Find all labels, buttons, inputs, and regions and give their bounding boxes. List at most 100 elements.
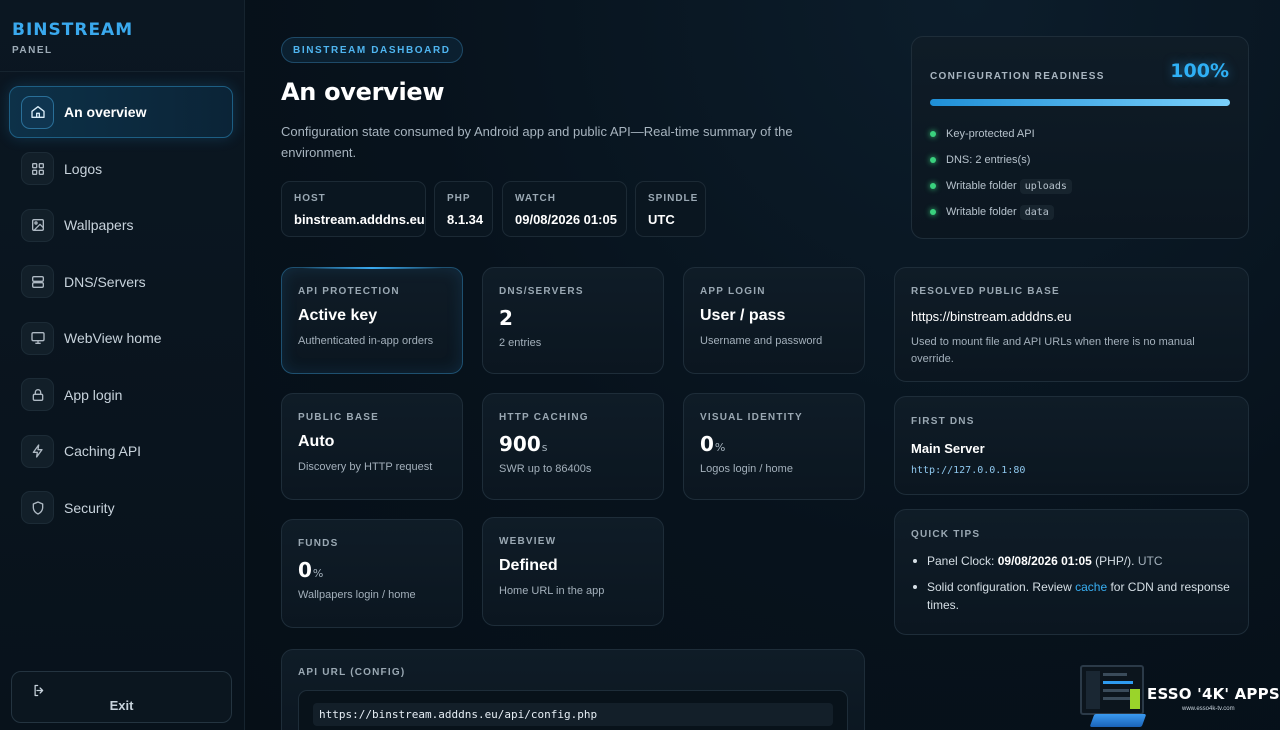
monitor-stand: [1089, 714, 1147, 727]
page-description: Configuration state consumed by Android …: [281, 124, 793, 160]
stat-label: VISUAL IDENTITY: [700, 412, 803, 423]
resolved-url[interactable]: https://binstream.adddns.eu: [911, 309, 1232, 324]
stat-api-protection[interactable]: API PROTECTION Active key Authenticated …: [281, 267, 463, 374]
stat-value: Defined: [499, 557, 558, 574]
folder-code: uploads: [1019, 178, 1072, 194]
stat-number: 900: [499, 432, 541, 456]
stat-value: Auto: [298, 433, 335, 450]
stat-value: Active key: [298, 307, 378, 324]
stat-funds[interactable]: FUNDS 0% Wallpapers login / home: [281, 519, 463, 628]
exit-button[interactable]: Exit: [11, 671, 232, 723]
stat-value: 900s: [499, 432, 663, 456]
page-title: An overview: [281, 78, 445, 106]
env-host-label: HOST: [294, 193, 326, 204]
env-spindle-value: UTC: [648, 212, 675, 227]
stat-webview[interactable]: WEBVIEW Defined Home URL in the app: [482, 517, 664, 626]
stat-value: User / pass: [700, 307, 786, 324]
stat-value: 0%: [700, 432, 864, 456]
brand: BINSTREAM PANEL: [0, 0, 244, 72]
stat-subtext: Logos login / home: [700, 463, 793, 475]
tips-list: Panel Clock: 09/08/2026 01:05 (PHP/). UT…: [911, 552, 1232, 614]
brand-subtitle: PANEL: [12, 45, 53, 56]
grid-icon: [21, 152, 54, 185]
sidebar-item-label: Caching API: [64, 443, 142, 459]
readiness-label: CONFIGURATION READINESS: [930, 71, 1105, 82]
sidebar-item-label: WebView home: [64, 330, 162, 346]
tip-text: Solid configuration. Review: [927, 580, 1072, 594]
readiness-card: CONFIGURATION READINESS 100% Key-protect…: [911, 36, 1249, 239]
readiness-progress-bar: [930, 99, 1230, 106]
stat-subtext: Home URL in the app: [499, 585, 605, 597]
app-root: BINSTREAM PANEL An overview Logos Wallpa…: [0, 0, 1280, 730]
tip-timezone: UTC: [1137, 554, 1163, 568]
lock-icon: [21, 378, 54, 411]
api-url-box: https://binstream.adddns.eu/api/config.p…: [298, 690, 848, 730]
first-dns-card: FIRST DNS Main Server http://127.0.0.1:8…: [894, 396, 1249, 495]
dns-server-address: http://127.0.0.1:80: [911, 465, 1026, 476]
stat-visual-identity[interactable]: VISUAL IDENTITY 0% Logos login / home: [683, 393, 865, 500]
stat-subtext: Authenticated in-app orders: [298, 335, 434, 347]
sidebar-item-wallpapers[interactable]: Wallpapers: [9, 199, 233, 251]
readiness-item-text: Writable folder: [946, 206, 1017, 218]
card-label: QUICK TIPS: [911, 529, 981, 540]
card-label: API URL (CONFIG): [298, 667, 406, 678]
stat-subtext: SWR up to 86400s: [499, 463, 592, 475]
stat-label: API PROTECTION: [298, 286, 400, 297]
api-url-card: API URL (CONFIG) https://binstream.adddn…: [281, 649, 865, 730]
readiness-item: Writable folder uploads: [930, 173, 1072, 199]
env-spindle: SPINDLE UTC: [635, 181, 706, 237]
readiness-progress-fill: [930, 99, 1230, 106]
dashboard-pill: BINSTREAM DASHBOARD: [281, 37, 463, 63]
env-host-value: binstream.adddns.eu: [294, 212, 425, 227]
dns-server-name: Main Server: [911, 441, 985, 456]
tip-text: (PHP/).: [1095, 554, 1135, 568]
sidebar-item-webview-home[interactable]: WebView home: [9, 312, 233, 364]
sidebar-item-overview[interactable]: An overview: [9, 86, 233, 138]
stat-label: WEBVIEW: [499, 536, 557, 547]
image-icon: [21, 208, 54, 242]
readiness-item: Writable folder data: [930, 199, 1072, 225]
resolved-public-base-card: RESOLVED PUBLIC BASE https://binstream.a…: [894, 267, 1249, 382]
cache-link[interactable]: cache: [1075, 580, 1107, 594]
stat-value: 0%: [298, 558, 462, 582]
env-watch: WATCH 09/08/2026 01:05: [502, 181, 627, 237]
env-php-value: 8.1.34: [447, 212, 484, 227]
card-label: RESOLVED PUBLIC BASE: [911, 286, 1060, 297]
tip-text: Panel Clock:: [927, 554, 995, 568]
stat-public-base[interactable]: PUBLIC BASE Auto Discovery by HTTP reque…: [281, 393, 463, 500]
stat-value: 2: [499, 306, 513, 330]
status-dot: [930, 157, 936, 163]
sidebar-item-app-login[interactable]: App login: [9, 369, 233, 421]
sidebar-item-dns-servers[interactable]: DNS/Servers: [9, 256, 233, 308]
env-php-label: PHP: [447, 193, 471, 204]
sidebar-nav: An overview Logos Wallpapers DNS/Servers: [0, 72, 244, 534]
readiness-item-text: DNS: 2 entries(s): [946, 154, 1031, 166]
stat-number: 0: [298, 558, 312, 582]
stat-app-login[interactable]: APP LOGIN User / pass Username and passw…: [683, 267, 865, 374]
sidebar: BINSTREAM PANEL An overview Logos Wallpa…: [0, 0, 245, 730]
monitor-icon: [1080, 665, 1144, 715]
sidebar-item-label: Security: [64, 499, 115, 516]
sidebar-item-security[interactable]: Security: [9, 482, 233, 534]
status-dot: [930, 209, 936, 215]
stat-subtext: Username and password: [700, 335, 823, 347]
exit-label: Exit: [109, 698, 134, 713]
status-dot: [930, 183, 936, 189]
stat-http-caching[interactable]: HTTP CACHING 900s SWR up to 86400s: [482, 393, 664, 500]
readiness-item: Key-protected API: [930, 121, 1072, 147]
env-php: PHP 8.1.34: [434, 181, 493, 237]
folder-code: data: [1019, 204, 1054, 220]
status-dot: [930, 131, 936, 137]
api-url-value[interactable]: https://binstream.adddns.eu/api/config.p…: [313, 703, 833, 726]
brand-title: BINSTREAM: [12, 20, 134, 40]
sidebar-item-logos[interactable]: Logos: [9, 143, 233, 195]
sidebar-item-label: Wallpapers: [64, 217, 134, 233]
sidebar-item-label: Logos: [64, 160, 103, 177]
monitor-icon: [21, 321, 54, 355]
stat-label: HTTP CACHING: [499, 412, 589, 423]
tip-item: Solid configuration. Review cache for CD…: [911, 578, 1232, 614]
env-host: HOST binstream.adddns.eu: [281, 181, 426, 237]
stat-label: PUBLIC BASE: [298, 412, 379, 423]
stat-dns-servers[interactable]: DNS/SERVERS 2 2 entries: [482, 267, 664, 374]
sidebar-item-caching-api[interactable]: Caching API: [9, 425, 233, 477]
